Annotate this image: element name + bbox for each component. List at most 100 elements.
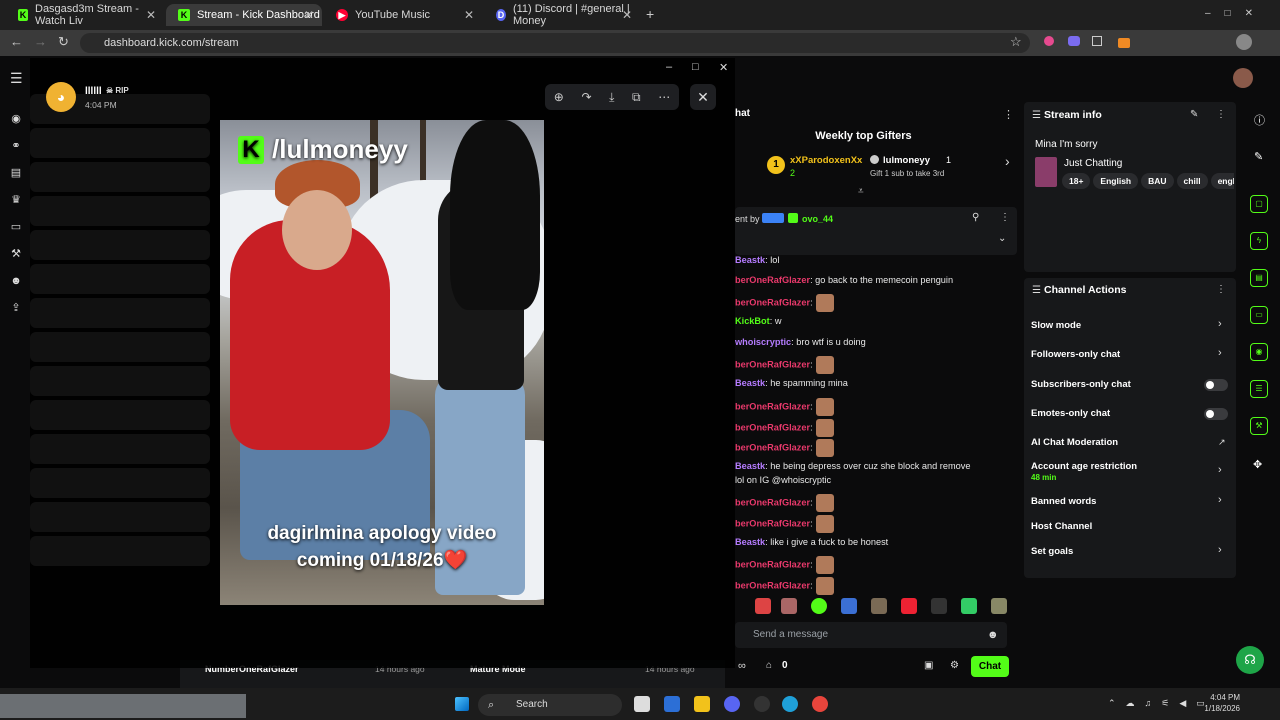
chevron-right-icon[interactable]: › <box>1218 464 1222 476</box>
more-icon[interactable]: ⋮ <box>1216 109 1226 120</box>
menu-icon[interactable]: ☰ <box>10 71 23 85</box>
channel-action-banned-words[interactable]: Banned words <box>1031 496 1096 507</box>
infinity-icon[interactable]: ∞ <box>738 660 746 672</box>
channel-action-set-goals[interactable]: Set goals <box>1031 546 1073 557</box>
close-icon[interactable]: ✕ <box>146 8 156 22</box>
emote-icon[interactable] <box>841 598 857 614</box>
profile-avatar[interactable] <box>1236 34 1252 50</box>
emote-icon[interactable] <box>991 598 1007 614</box>
monetize-icon[interactable]: ▭ <box>10 221 22 233</box>
chat-username[interactable]: berOneRafGlazer <box>735 559 810 569</box>
chat-username[interactable]: berOneRafGlazer <box>735 518 810 528</box>
chevron-right-icon[interactable]: › <box>1218 494 1222 506</box>
discord-avatar[interactable]: ◕ <box>46 82 76 112</box>
edit-pencil-icon[interactable]: ✎ <box>1254 150 1263 163</box>
tab-youtube-music[interactable]: ▶ YouTube Music ✕ <box>324 4 482 26</box>
channel-action-slow-mode[interactable]: Slow mode <box>1031 320 1081 331</box>
reload-icon[interactable]: ↻ <box>58 34 69 50</box>
more-icon[interactable]: ⋮ <box>1000 212 1010 223</box>
upload-icon[interactable]: ⇪ <box>10 302 22 314</box>
more-icon[interactable]: ⋮ <box>1216 284 1226 295</box>
chat-username[interactable]: berOneRafGlazer <box>735 297 810 307</box>
extension-icon[interactable] <box>1092 36 1102 46</box>
discord-taskbar-icon[interactable] <box>724 696 740 712</box>
kick-profile-avatar[interactable] <box>1233 68 1253 88</box>
gifter-2-name[interactable]: lulmoneyy <box>883 155 930 166</box>
wrench-icon[interactable]: ⚒ <box>10 248 22 260</box>
emote-icon[interactable] <box>961 598 977 614</box>
emote-icon[interactable] <box>811 598 827 614</box>
analytics-icon[interactable]: ▤ <box>10 167 22 179</box>
chevron-right-icon[interactable]: › <box>1005 153 1010 169</box>
emoji-icon[interactable]: ☻ <box>987 622 999 648</box>
close-icon[interactable]: ✕ <box>622 8 632 22</box>
gifter-1-name[interactable]: xXParodoxenXx <box>790 155 862 166</box>
taskbar-search[interactable]: ⌕ Search <box>478 694 622 716</box>
info-icon[interactable]: ⓘ <box>1254 112 1265 128</box>
chat-menu-icon[interactable]: ⋮ <box>1003 108 1014 121</box>
widget-icon[interactable]: ✥ <box>1253 458 1262 471</box>
extension-icon[interactable] <box>1044 36 1054 46</box>
send-message-input[interactable]: Send a message ☻ <box>735 622 1007 648</box>
channel-action-subscribers-only-chat[interactable]: Subscribers-only chat <box>1031 379 1131 390</box>
pin-icon[interactable]: ⚲ <box>972 212 979 223</box>
open-external-icon[interactable]: ⧉ <box>632 90 641 105</box>
emote-icon[interactable] <box>755 598 771 614</box>
file-icon[interactable] <box>634 696 650 712</box>
channel-action-emotes-only-chat[interactable]: Emotes-only chat <box>1031 408 1110 419</box>
chat-bubble-icon[interactable]: ▣ <box>924 660 933 671</box>
channel-action-account-age-restriction[interactable]: Account age restriction <box>1031 461 1137 472</box>
maximize-icon[interactable]: □ <box>692 61 699 73</box>
chat-username[interactable]: berOneRafGlazer <box>735 497 810 507</box>
tab-discord[interactable]: D (11) Discord | #general | Money ✕ <box>484 3 640 27</box>
channel-action-ai-chat-moderation[interactable]: AI Chat Moderation <box>1031 437 1118 448</box>
chat-username[interactable]: Beastk <box>735 255 765 265</box>
external-link-icon[interactable]: ↗ <box>1218 437 1226 448</box>
tab-dasgasd3m[interactable]: K Dasgasd3m Stream - Watch Liv ✕ <box>6 3 164 27</box>
chat-username[interactable]: berOneRafGlazer <box>735 359 810 369</box>
chat-send-button[interactable]: Chat <box>971 656 1009 677</box>
proposal-photo[interactable]: K /lulmoneyy dagirlmina apology video co… <box>220 120 544 605</box>
chat-username[interactable]: berOneRafGlazer <box>735 275 810 285</box>
store-icon[interactable] <box>664 696 680 712</box>
download-icon[interactable]: ⤓ <box>609 90 614 105</box>
bookmark-star-icon[interactable]: ☆ <box>1010 34 1022 50</box>
support-headset-icon[interactable]: ☊ <box>1236 646 1264 674</box>
channel-action-followers-only-chat[interactable]: Followers-only chat <box>1031 349 1120 360</box>
chat-username[interactable]: berOneRafGlazer <box>735 422 810 432</box>
chat-username[interactable]: whoiscryptic <box>735 337 791 347</box>
lightning-icon[interactable]: ϟ <box>1250 232 1268 250</box>
chat-username[interactable]: KickBot <box>735 316 770 326</box>
emote-icon[interactable] <box>781 598 797 614</box>
clipboard-icon[interactable]: ▤ <box>1250 269 1268 287</box>
list-icon[interactable]: ☰ <box>1250 380 1268 398</box>
toggle-switch[interactable] <box>1204 379 1228 391</box>
windows-start-icon[interactable] <box>455 697 469 711</box>
pinned-user[interactable]: ovo_44 <box>802 214 833 224</box>
folder-icon[interactable] <box>694 696 710 712</box>
extension-icon[interactable] <box>1068 36 1080 46</box>
chat-username[interactable]: berOneRafGlazer <box>735 401 810 411</box>
stream-icon[interactable]: ◉ <box>10 113 22 125</box>
gift-icon[interactable]: ⌂ <box>766 660 772 671</box>
taskbar-clock[interactable]: 4:04 PM 1/18/2026 <box>1192 692 1240 714</box>
chat-username[interactable]: berOneRafGlazer <box>735 580 810 590</box>
chrome-icon[interactable] <box>812 696 828 712</box>
chat-username[interactable]: berOneRafGlazer <box>735 442 810 452</box>
chat-username[interactable]: Beastk <box>735 378 765 388</box>
chevron-right-icon[interactable]: › <box>1218 318 1222 330</box>
chevron-right-icon[interactable]: › <box>1218 347 1222 359</box>
forward-icon[interactable]: ↷ <box>581 90 591 104</box>
trophy-icon[interactable]: ♛ <box>10 194 22 206</box>
tab-kick-dashboard[interactable]: K Stream - Kick Dashboard ✕ <box>166 4 322 26</box>
chevron-right-icon[interactable]: › <box>1218 544 1222 556</box>
close-window-icon[interactable]: ✕ <box>719 61 728 74</box>
close-icon[interactable]: ✕ <box>464 8 474 22</box>
edge-icon[interactable] <box>782 696 798 712</box>
close-icon[interactable]: ✕ <box>304 8 314 22</box>
channel-action-host-channel[interactable]: Host Channel <box>1031 521 1092 532</box>
community-icon[interactable]: ☻ <box>10 275 22 287</box>
emote-icon[interactable] <box>901 598 917 614</box>
dashboard-icon[interactable]: ▢ <box>1250 195 1268 213</box>
window-controls[interactable]: –□✕ <box>1205 8 1267 19</box>
